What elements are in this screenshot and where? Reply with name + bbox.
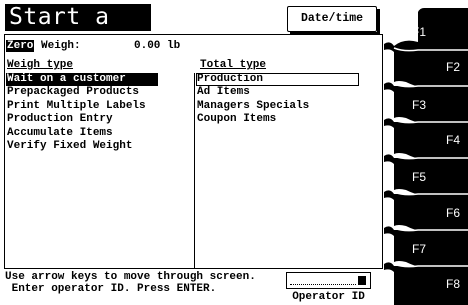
datetime-button[interactable]: Date/time <box>287 6 380 35</box>
input-underline <box>290 284 356 285</box>
weight-value: 0.00 lb <box>134 40 181 52</box>
total-type-item[interactable]: Managers Specials <box>196 100 359 113</box>
operator-id-input[interactable] <box>286 272 371 289</box>
datetime-button-label: Date/time <box>300 12 364 25</box>
f2-key[interactable]: F2 <box>446 60 468 74</box>
page-title: Start a run <box>5 4 151 57</box>
weigh-type-item[interactable]: Accumulate Items <box>6 127 158 140</box>
instruction-line-2: Enter operator ID. Press ENTER. <box>5 283 217 295</box>
f1-key[interactable]: F1 <box>412 25 442 39</box>
f7-key[interactable]: F7 <box>412 242 442 256</box>
column-divider <box>194 73 195 269</box>
operator-id-label: Operator ID <box>292 291 365 303</box>
function-key-strip: F1 F2 F3 F4 F5 F6 F7 F8 <box>384 0 468 305</box>
weight-label: Weigh: <box>41 40 81 52</box>
total-type-item[interactable]: Production <box>196 73 359 87</box>
weigh-type-item[interactable]: Print Multiple Labels <box>6 100 158 113</box>
f8-key[interactable]: F8 <box>446 277 468 291</box>
instruction-message: Use arrow keys to move through screen. E… <box>5 271 280 295</box>
f4-key[interactable]: F4 <box>446 133 468 147</box>
text-cursor <box>358 276 366 285</box>
weigh-type-list: Wait on a customer Prepackaged Products … <box>6 73 158 153</box>
weigh-type-item[interactable]: Production Entry <box>6 113 158 126</box>
zero-badge: Zero <box>6 40 35 52</box>
weigh-type-item[interactable]: Prepackaged Products <box>6 86 158 99</box>
weight-status: Zero Weigh: 0.00 lb <box>6 39 206 53</box>
weigh-type-item[interactable]: Verify Fixed Weight <box>6 140 158 153</box>
total-type-list: Production Ad Items Managers Specials Co… <box>196 73 359 127</box>
f6-key[interactable]: F6 <box>446 206 468 220</box>
total-type-heading: Total type <box>200 59 267 71</box>
screen: Start a run Date/time Zero Weigh: 0.00 l… <box>0 0 390 305</box>
total-type-item[interactable]: Ad Items <box>196 86 359 99</box>
f3-key[interactable]: F3 <box>412 98 442 112</box>
instruction-line-1: Use arrow keys to move through screen. <box>5 271 256 283</box>
function-key-tabs <box>384 0 468 305</box>
total-type-item[interactable]: Coupon Items <box>196 113 359 126</box>
weigh-type-item[interactable]: Wait on a customer <box>6 73 158 87</box>
f5-key[interactable]: F5 <box>412 170 442 184</box>
weigh-type-heading: Weigh type <box>7 59 74 71</box>
